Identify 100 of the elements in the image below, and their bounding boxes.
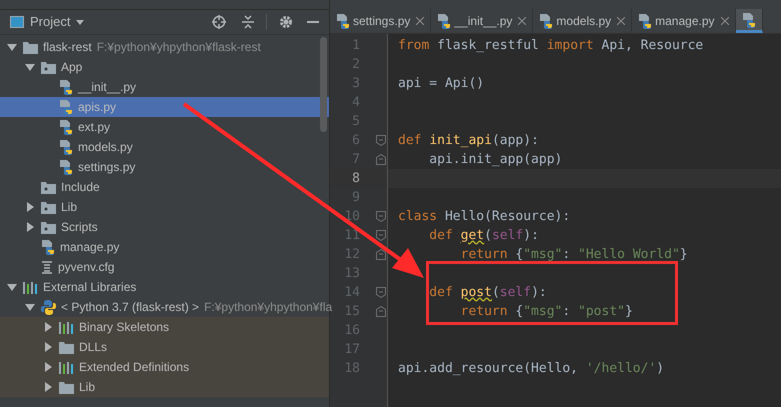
- settings-icon[interactable]: [279, 15, 293, 29]
- item-label: Binary Skeletons: [79, 319, 170, 336]
- tree-item[interactable]: manage.py: [0, 237, 329, 257]
- fold-end-icon[interactable]: [376, 306, 386, 317]
- tree-item[interactable]: Extended Definitions: [0, 357, 329, 377]
- item-label: Include: [61, 179, 100, 196]
- tree-item[interactable]: ext.py: [0, 117, 329, 137]
- python-file-icon: [41, 239, 55, 255]
- python-file-icon: [336, 13, 350, 29]
- folder-icon: [59, 340, 74, 354]
- python-file-icon: [638, 13, 652, 29]
- collapse-arrow-icon[interactable]: [43, 362, 53, 372]
- text-file-icon: [41, 260, 53, 274]
- tree-item[interactable]: settings.py: [0, 157, 329, 177]
- item-label: manage.py: [60, 239, 120, 256]
- python-file-icon: [59, 139, 73, 155]
- folder-icon: [59, 380, 74, 394]
- expand-arrow-icon[interactable]: [25, 302, 35, 312]
- folder-icon: [23, 40, 38, 54]
- python-file-icon: [59, 99, 73, 115]
- folder-icon: [41, 220, 56, 234]
- code-line: return {"msg": "post"}: [460, 302, 634, 321]
- code-line: def get(self):: [428, 226, 540, 245]
- python-file-icon: [59, 79, 73, 95]
- code-line: def init_api(app):: [397, 132, 540, 150]
- scrollbar[interactable]: [320, 37, 327, 132]
- panel-title[interactable]: Project: [30, 12, 70, 32]
- window-icon: [10, 16, 24, 28]
- expand-arrow-icon[interactable]: [7, 42, 17, 52]
- fold-start-icon[interactable]: [376, 230, 386, 241]
- tree-item[interactable]: models.py: [0, 137, 329, 157]
- editor-tab[interactable]: [736, 9, 762, 33]
- item-label: __init__.py: [78, 79, 136, 96]
- library-icon: [59, 360, 74, 374]
- tree-item[interactable]: Lib: [0, 197, 329, 217]
- item-label: Scripts: [61, 219, 98, 236]
- close-icon[interactable]: [720, 17, 728, 25]
- item-label: flask-rest: [43, 39, 92, 56]
- item-label: App: [61, 59, 82, 76]
- collapse-arrow-icon[interactable]: [43, 382, 53, 392]
- close-icon[interactable]: [617, 17, 626, 25]
- tree-item[interactable]: Binary Skeletons: [0, 317, 329, 337]
- close-icon[interactable]: [416, 17, 424, 25]
- fold-start-icon[interactable]: [376, 211, 386, 222]
- collapse-arrow-icon[interactable]: [25, 222, 35, 232]
- item-label: External Libraries: [43, 279, 136, 296]
- code-line: api.add_resource(Hello, '/hello/'): [397, 360, 666, 378]
- folder-icon: [41, 60, 56, 74]
- editor-tab[interactable]: __init__.py: [431, 9, 534, 33]
- folder-icon: [41, 200, 56, 214]
- expand-arrow-icon[interactable]: [25, 62, 35, 72]
- expand-arrow-icon[interactable]: [7, 282, 17, 292]
- python-file-icon: [59, 159, 73, 175]
- fold-end-icon[interactable]: [376, 154, 386, 165]
- fold-end-icon[interactable]: [376, 249, 386, 260]
- python-file-icon: [539, 13, 554, 29]
- tree-item[interactable]: App: [0, 57, 329, 77]
- fold-start-icon[interactable]: [376, 135, 386, 146]
- tree-item[interactable]: Include: [0, 177, 329, 197]
- item-label: DLLs: [79, 339, 108, 356]
- item-label: apis.py: [78, 99, 116, 116]
- tree-item[interactable]: Lib: [0, 377, 329, 397]
- code-line: api.init_app(app): [428, 150, 564, 169]
- line-number: 8: [351, 170, 360, 188]
- collapse-all-icon[interactable]: [242, 15, 254, 29]
- code-line: class Hello(Resource):: [397, 208, 572, 226]
- caret-icon[interactable]: [76, 20, 84, 24]
- python-file-icon: [742, 12, 756, 28]
- path-hint: F:¥python¥yhpython¥flask-rest: [96, 39, 261, 56]
- code-line: return {"msg": "Hello World"}: [460, 246, 689, 264]
- crosshair-icon[interactable]: [212, 15, 226, 29]
- python-logo-icon: [41, 300, 56, 314]
- item-label: Lib: [79, 379, 96, 396]
- python-file-icon: [437, 13, 452, 29]
- tree-item[interactable]: DLLs: [0, 337, 329, 357]
- editor-tab[interactable]: settings.py: [330, 9, 432, 33]
- fold-start-icon[interactable]: [376, 287, 386, 298]
- folder-icon: [41, 180, 56, 194]
- library-icon: [23, 280, 38, 294]
- python-file-icon: [59, 119, 73, 135]
- tree-item[interactable]: Scripts: [0, 217, 329, 237]
- tree-item[interactable]: __init__.py: [0, 77, 329, 97]
- code-line: api = Api(): [397, 74, 486, 93]
- collapse-arrow-icon[interactable]: [25, 202, 35, 212]
- editor-tab[interactable]: models.py: [533, 9, 632, 33]
- item-label: Lib: [61, 199, 78, 216]
- library-icon: [59, 320, 74, 334]
- item-label: settings.py: [78, 159, 136, 176]
- code-line: def post(self):: [428, 284, 548, 302]
- tree-item[interactable]: flask-rest F:¥python¥yhpython¥flask-rest: [0, 37, 329, 57]
- close-icon[interactable]: [518, 17, 526, 25]
- item-label: Extended Definitions: [79, 359, 190, 376]
- collapse-arrow-icon[interactable]: [43, 342, 53, 352]
- item-label: < Python 3.7 (flask-rest) >: [61, 299, 200, 316]
- editor-tab[interactable]: manage.py: [632, 9, 736, 33]
- collapse-arrow-icon[interactable]: [43, 322, 53, 332]
- item-label: ext.py: [78, 119, 110, 136]
- tree-item[interactable]: External Libraries: [0, 277, 329, 297]
- path-hint: F:¥python¥yhpython¥fla: [204, 299, 332, 316]
- tree-item[interactable]: pyvenv.cfg: [0, 257, 329, 277]
